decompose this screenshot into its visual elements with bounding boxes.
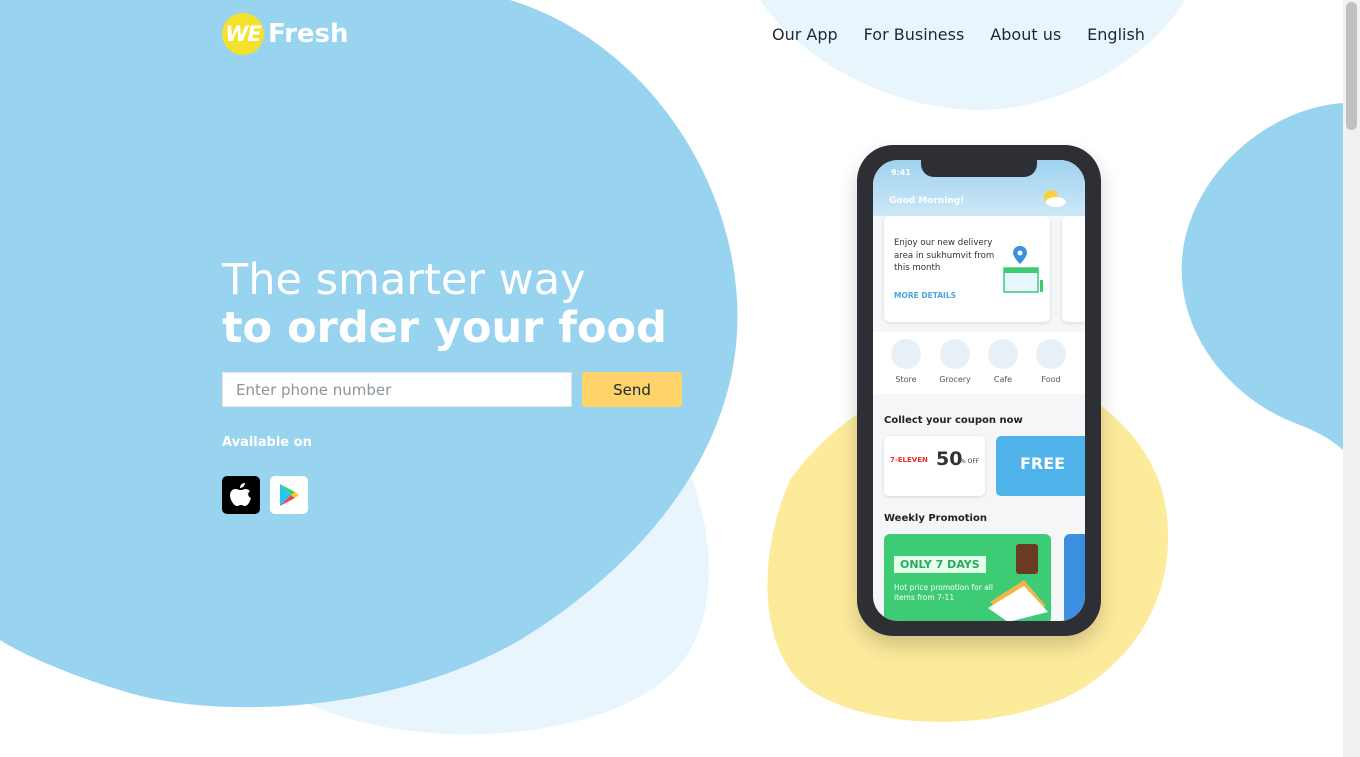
send-button[interactable]: Send <box>582 372 682 407</box>
coupon-value: 50 <box>936 448 963 470</box>
coupon-brand: 7-ELEVEN <box>890 456 928 464</box>
logo[interactable]: WE Fresh <box>222 13 349 55</box>
screen-time: 9:41 <box>891 168 911 177</box>
hero-line-1: The smarter way <box>222 255 586 305</box>
page-scrollbar[interactable] <box>1343 0 1360 757</box>
category-label: Grocery <box>939 375 971 384</box>
sky-blue-blob-right <box>1181 103 1343 450</box>
coupon-card[interactable]: 7-ELEVEN 50 % OFF <box>884 436 985 496</box>
category-cafe[interactable]: Cafe <box>981 339 1025 384</box>
logo-mark: WE <box>225 22 262 46</box>
google-play-button[interactable] <box>270 476 308 514</box>
hero-heading: The smarter way to order your food <box>222 256 667 352</box>
category-label: Store <box>895 375 917 384</box>
coupon-free-label: FREE <box>1020 454 1066 473</box>
promo-badge: ONLY 7 DAYS <box>894 556 986 573</box>
nav-our-app[interactable]: Our App <box>772 25 838 44</box>
nav-language[interactable]: English <box>1087 25 1145 44</box>
announcement-card-next[interactable] <box>1062 216 1085 322</box>
logo-wordmark: Fresh <box>268 19 349 49</box>
phone-notch <box>921 160 1037 177</box>
phone-mockup: 9:41 Good Morning! Enjoy our new deliver… <box>857 145 1101 636</box>
category-store[interactable]: Store <box>884 339 928 384</box>
store-icon <box>891 339 921 369</box>
category-label: Food <box>1041 375 1061 384</box>
store-location-icon <box>1003 246 1043 293</box>
announcement-card[interactable]: Enjoy our new delivery area in sukhumvit… <box>884 216 1050 322</box>
food-icon <box>1036 339 1066 369</box>
hero-line-2: to order your food <box>222 303 667 353</box>
promo-section-title: Weekly Promotion <box>884 513 987 524</box>
coupon-section-title: Collect your coupon now <box>884 415 1023 426</box>
nav-about-us[interactable]: About us <box>990 25 1061 44</box>
available-on-label: Available on <box>222 435 312 450</box>
coupon-off: % OFF <box>960 458 980 465</box>
apple-icon <box>230 483 251 506</box>
category-grocery[interactable]: Grocery <box>933 339 977 384</box>
pale-blue-blob-top <box>760 0 1185 110</box>
promo-card[interactable]: ONLY 7 DAYS Hot price promotion for all … <box>884 534 1051 621</box>
announcement-text: Enjoy our new delivery area in sukhumvit… <box>894 238 995 273</box>
screen-greeting: Good Morning! <box>889 196 965 206</box>
sandwich-coffee-icon <box>988 544 1048 621</box>
coupon-card-free[interactable]: FREE <box>996 436 1085 496</box>
google-play-icon <box>280 484 299 506</box>
promo-description: Hot price promotion for all items from 7… <box>894 583 993 602</box>
nav-for-business[interactable]: For Business <box>864 25 965 44</box>
app-store-button[interactable] <box>222 476 260 514</box>
top-nav: Our App For Business About us English <box>772 25 1145 44</box>
grocery-icon <box>940 339 970 369</box>
promo-card-next[interactable] <box>1064 534 1085 621</box>
sun-cloud-icon <box>1044 190 1066 207</box>
category-label: Cafe <box>993 375 1013 384</box>
cafe-icon <box>988 339 1018 369</box>
logo-badge: WE <box>222 13 264 55</box>
category-row: Store Grocery Cafe Food <box>873 332 1085 394</box>
phone-screen: 9:41 Good Morning! Enjoy our new deliver… <box>873 160 1085 621</box>
more-details-link[interactable]: MORE DETAILS <box>894 291 956 300</box>
scrollbar-thumb[interactable] <box>1346 2 1357 130</box>
phone-number-input[interactable] <box>222 372 572 407</box>
category-food[interactable]: Food <box>1029 339 1073 384</box>
